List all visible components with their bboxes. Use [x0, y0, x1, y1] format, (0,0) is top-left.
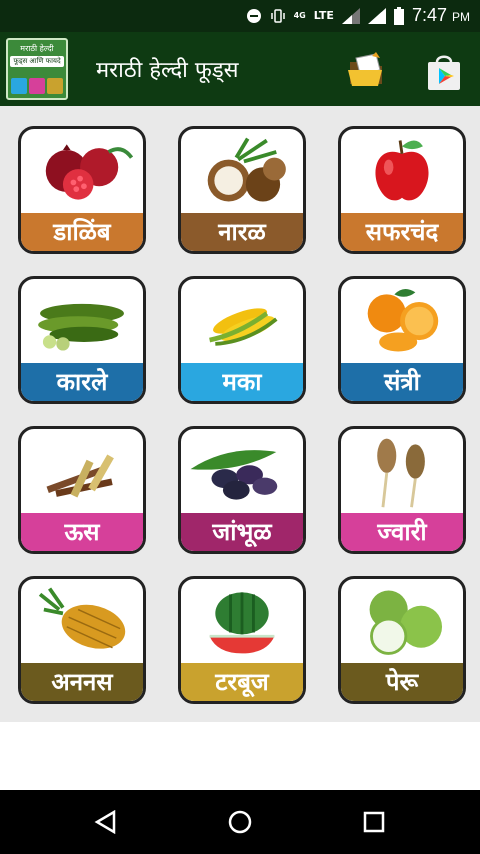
app-title: मराठी हेल्दी फूड्स	[96, 58, 239, 83]
status-bar: 4G LTE 7:47 PM	[0, 0, 480, 32]
food-card-sugarcane[interactable]: ऊस	[18, 426, 146, 554]
network-type: 4G	[293, 11, 306, 20]
food-label: डाळिंब	[21, 213, 143, 251]
food-label: कारले	[21, 363, 143, 401]
logo-tiles	[11, 78, 63, 94]
back-icon[interactable]	[94, 810, 118, 834]
food-card-sorghum[interactable]: ज्वारी	[338, 426, 466, 554]
clock: 7:47 PM	[411, 5, 470, 25]
food-label: पेरू	[341, 663, 463, 701]
app-bar: मराठी हेल्दी फूड्स आणि फायदे मराठी हेल्द…	[0, 32, 480, 106]
food-card-pineapple[interactable]: अननस	[18, 576, 146, 704]
food-card-pomegranate[interactable]: डाळिंब	[18, 126, 146, 254]
logo-subtitle: फूड्स आणि फायदे	[10, 56, 64, 67]
lte-label: LTE	[313, 9, 334, 22]
food-card-orange[interactable]: संत्री	[338, 276, 466, 404]
recents-icon[interactable]	[362, 810, 386, 834]
logo-title: मराठी हेल्दी	[20, 44, 54, 53]
food-card-apple[interactable]: सफरचंद	[338, 126, 466, 254]
food-label: सफरचंद	[341, 213, 463, 251]
navigation-bar	[0, 790, 480, 854]
pineapple-image	[38, 587, 126, 649]
bitter-gourd-image	[38, 303, 124, 351]
guava-image	[369, 590, 443, 655]
vibrate-icon	[270, 8, 285, 23]
home-icon[interactable]	[228, 810, 252, 834]
food-label: अननस	[21, 663, 143, 701]
food-label: जांभूळ	[181, 513, 303, 551]
pomegranate-image	[45, 144, 134, 200]
food-label: टरबूज	[181, 663, 303, 701]
watermelon-image	[209, 592, 275, 654]
food-label: ऊस	[21, 513, 143, 551]
orange-image	[367, 289, 439, 352]
corn-image	[209, 308, 278, 346]
play-store-icon[interactable]	[424, 52, 464, 92]
food-label: मका	[181, 363, 303, 401]
signal-icon-2	[367, 7, 386, 24]
app-logo: मराठी हेल्दी फूड्स आणि फायदे	[6, 38, 68, 100]
food-grid-area: डाळिंब नारळ सफरचंद कारले मका संत्री ऊस ज…	[0, 106, 480, 722]
sorghum-image	[377, 438, 425, 508]
food-card-guava[interactable]: पेरू	[338, 576, 466, 704]
jamun-image	[190, 450, 278, 500]
food-card-bitter-gourd[interactable]: कारले	[18, 276, 146, 404]
food-label: ज्वारी	[341, 513, 463, 551]
food-label: संत्री	[341, 363, 463, 401]
apple-image	[375, 140, 429, 201]
dnd-icon	[246, 8, 261, 23]
food-card-jamun[interactable]: जांभूळ	[178, 426, 306, 554]
food-card-coconut[interactable]: नारळ	[178, 126, 306, 254]
sugarcane-image	[46, 454, 114, 498]
battery-icon	[393, 6, 404, 25]
folder-icon[interactable]	[346, 50, 386, 90]
signal-icon	[341, 7, 360, 24]
food-label: नारळ	[181, 213, 303, 251]
coconut-image	[207, 137, 286, 202]
food-card-watermelon[interactable]: टरबूज	[178, 576, 306, 704]
food-card-corn[interactable]: मका	[178, 276, 306, 404]
